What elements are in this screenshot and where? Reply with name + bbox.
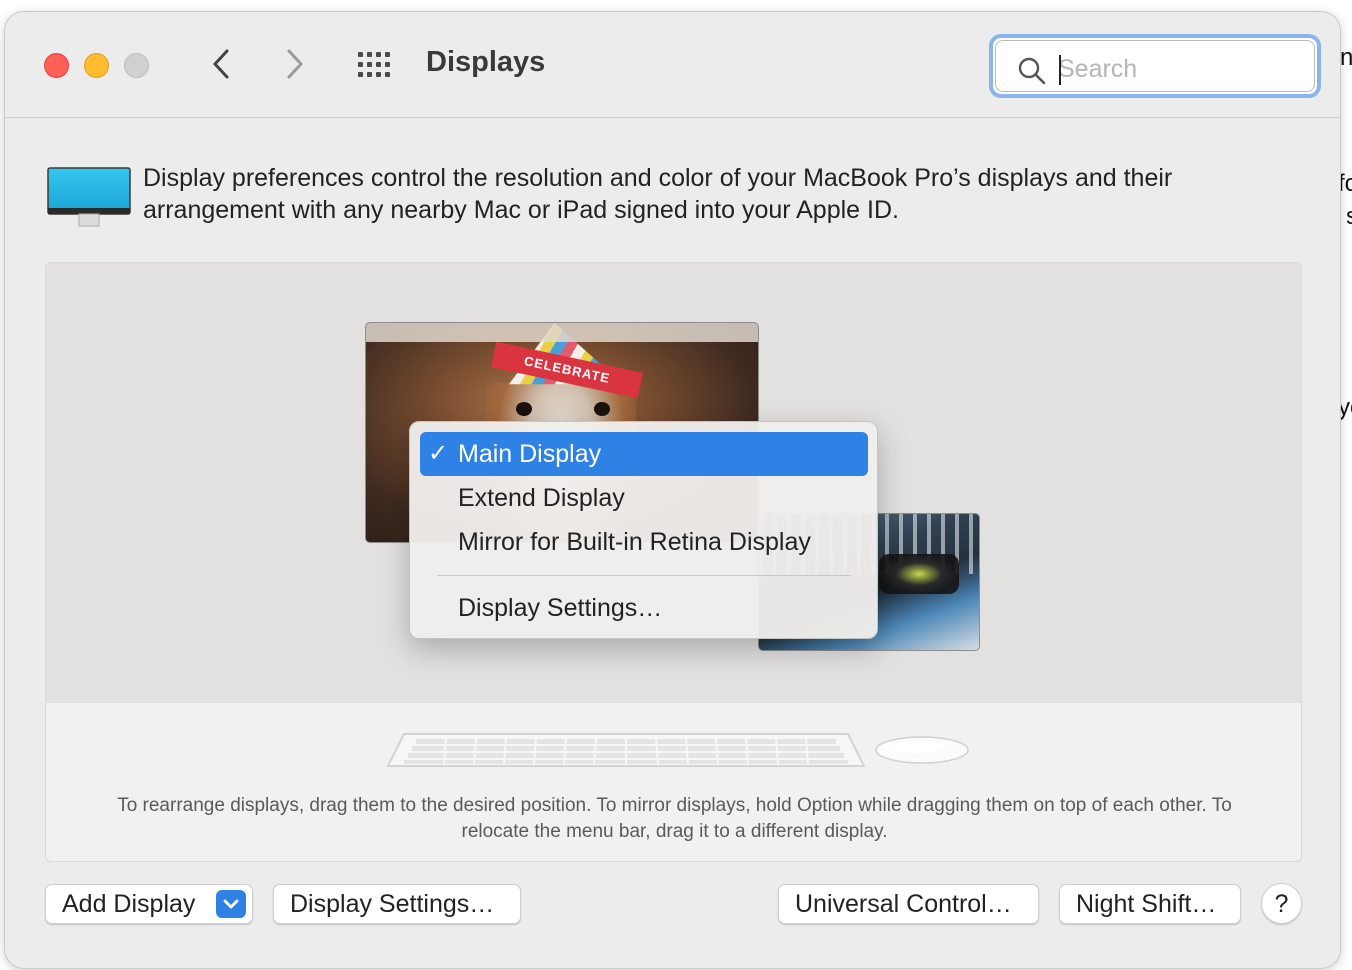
menu-item-display-settings[interactable]: Display Settings… [420, 586, 868, 630]
display-arrangement-panel: CELEBRATE ✓ Main Display Extend Display … [45, 262, 1302, 862]
arrangement-hint: To rearrange displays, drag them to the … [117, 795, 1232, 842]
wallpaper-dog-eye [594, 402, 610, 416]
display-settings-button[interactable]: Display Settings… [273, 884, 521, 924]
toolbar: Displays [5, 12, 1340, 118]
minimize-window-button[interactable] [84, 53, 109, 78]
add-display-label: Add Display [62, 890, 196, 918]
display-context-menu: ✓ Main Display Extend Display Mirror for… [409, 421, 878, 639]
text-caret [1059, 55, 1061, 85]
close-window-button[interactable] [44, 53, 69, 78]
zoom-window-button[interactable] [124, 53, 149, 78]
displays-window: Displays Display preferences control the… [4, 11, 1341, 969]
search-field-inner [995, 40, 1315, 92]
add-display-button[interactable]: Add Display [45, 884, 253, 924]
show-all-button[interactable] [355, 50, 395, 80]
chevron-left-icon [213, 49, 229, 79]
menu-item-main-display[interactable]: ✓ Main Display [420, 432, 868, 476]
menu-item-mirror-display[interactable]: Mirror for Built-in Retina Display [420, 520, 868, 564]
description-text: Display preferences control the resoluti… [143, 164, 1173, 224]
night-shift-button[interactable]: Night Shift… [1059, 884, 1241, 924]
menu-item-label: Display Settings… [458, 594, 663, 622]
chevron-right-icon [287, 49, 303, 79]
keyboard-icon [386, 733, 866, 767]
search-input[interactable] [1058, 53, 1298, 85]
background-edge-text: s [1346, 203, 1352, 230]
help-button[interactable]: ? [1261, 883, 1302, 924]
display-icon [47, 167, 131, 227]
search-icon [1018, 57, 1046, 85]
checkmark-icon: ✓ [428, 440, 449, 467]
forward-button[interactable] [275, 44, 315, 84]
arrangement-canvas: CELEBRATE ✓ Main Display Extend Display … [46, 263, 1301, 703]
menu-item-label: Extend Display [458, 484, 625, 512]
wallpaper-dog-eye [516, 402, 532, 416]
back-button[interactable] [201, 44, 241, 84]
menu-bar-indicator[interactable] [366, 323, 758, 342]
menu-item-extend-display[interactable]: Extend Display [420, 476, 868, 520]
window-title: Displays [426, 46, 546, 78]
background-edge-text: n [1340, 44, 1352, 71]
menu-item-label: Main Display [458, 440, 602, 468]
chevron-down-icon [223, 899, 239, 909]
dropdown-chevron-button[interactable] [216, 890, 246, 918]
search-field[interactable] [989, 34, 1321, 98]
wallpaper-race-car [879, 554, 959, 594]
menu-item-label: Mirror for Built-in Retina Display [458, 528, 811, 556]
grid-icon [358, 52, 390, 77]
mouse-icon [875, 736, 969, 764]
menu-separator [437, 575, 851, 576]
universal-control-button[interactable]: Universal Control… [778, 884, 1039, 924]
